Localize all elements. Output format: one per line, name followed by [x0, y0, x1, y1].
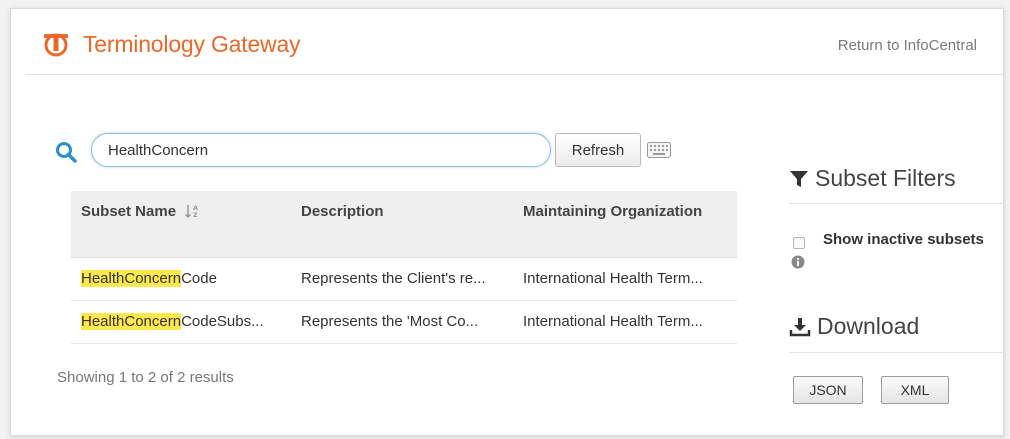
subset-filters-heading: Subset Filters: [789, 165, 956, 192]
table-row[interactable]: HealthConcernCode Represents the Client'…: [71, 257, 737, 301]
return-to-infocentral-link[interactable]: Return to InfoCentral: [838, 37, 977, 54]
table-header-row: Subset Name A Z Description Maintaining …: [71, 191, 737, 258]
column-header-subset-name[interactable]: Subset Name A Z: [71, 191, 291, 258]
table-row[interactable]: HealthConcernCodeSubs... Represents the …: [71, 300, 737, 344]
subset-name-cell[interactable]: HealthConcernCodeSubs...: [71, 300, 291, 344]
subset-table: Subset Name A Z Description Maintaining …: [71, 191, 737, 344]
subset-name-rest: Code: [181, 270, 217, 287]
download-json-button[interactable]: JSON: [793, 376, 863, 404]
subset-name-rest: CodeSubs...: [181, 313, 264, 330]
show-inactive-label[interactable]: Show inactive subsets: [823, 231, 984, 248]
organization-cell: International Health Term...: [513, 300, 737, 344]
column-header-label: Subset Name: [81, 203, 177, 220]
search-input[interactable]: [91, 133, 551, 167]
keyboard-icon[interactable]: [647, 142, 671, 158]
download-xml-button[interactable]: XML: [881, 376, 949, 404]
divider: [789, 352, 1003, 353]
column-header-description[interactable]: Description: [291, 191, 513, 258]
results-summary: Showing 1 to 2 of 2 results: [57, 369, 234, 386]
svg-text:Z: Z: [193, 211, 198, 219]
sort-icon[interactable]: A Z: [184, 203, 200, 219]
filter-icon: [790, 170, 808, 187]
download-heading: Download: [789, 313, 919, 340]
logo-icon: [44, 33, 68, 57]
refresh-button[interactable]: Refresh: [555, 133, 641, 167]
description-cell: Represents the Client's re...: [291, 257, 513, 301]
description-cell: Represents the 'Most Co...: [291, 300, 513, 344]
show-inactive-checkbox[interactable]: [793, 237, 805, 249]
download-icon: [789, 317, 811, 336]
app-window: Terminology Gateway Return to InfoCentra…: [10, 8, 1004, 436]
column-header-maintaining-organization[interactable]: Maintaining Organization: [513, 191, 737, 258]
download-title: Download: [817, 313, 920, 339]
search-highlight: HealthConcern: [81, 313, 182, 330]
subset-filters-title: Subset Filters: [815, 165, 956, 191]
organization-cell: International Health Term...: [513, 257, 737, 301]
app-header: Terminology Gateway Return to InfoCentra…: [25, 9, 1003, 75]
search-highlight: HealthConcern: [81, 270, 182, 287]
divider: [789, 203, 1003, 204]
app-title: Terminology Gateway: [83, 31, 301, 57]
search-icon: [56, 142, 77, 163]
info-icon[interactable]: [791, 255, 805, 269]
subset-name-cell[interactable]: HealthConcernCode: [71, 257, 291, 301]
